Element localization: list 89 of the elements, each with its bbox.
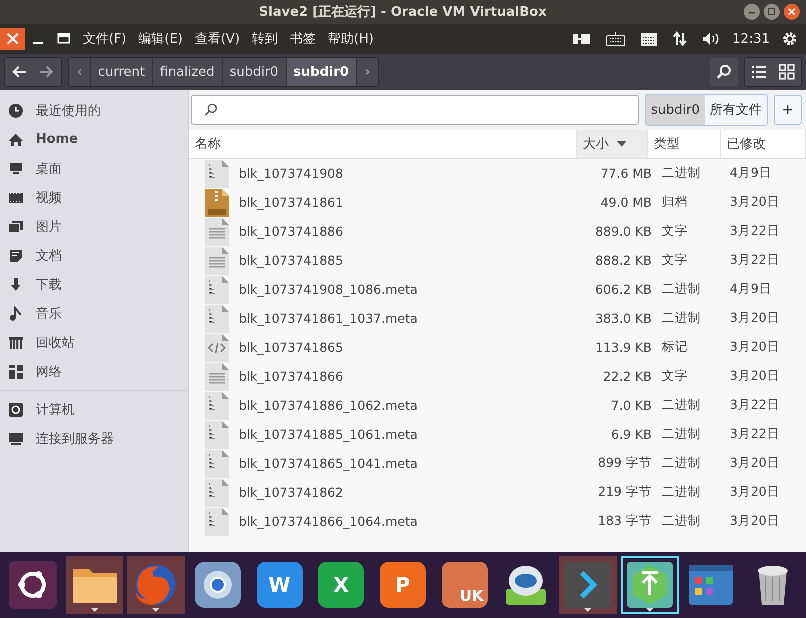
modified-date: 3月22日: [729, 223, 781, 240]
file-type: 二进制: [661, 165, 702, 182]
file-name: blk_1073741886_1062.meta: [239, 398, 418, 413]
file-name: blk_1073741885: [239, 253, 344, 268]
path-segment[interactable]: subdir0: [222, 58, 286, 86]
column-header[interactable]: 已修改: [721, 130, 806, 158]
sidebar-item[interactable]: 回收站: [0, 328, 188, 357]
path-segment[interactable]: subdir0: [286, 58, 356, 86]
file-size: 606.2 KB: [594, 282, 653, 297]
file-size: 49.0 MB: [600, 195, 653, 210]
scroll-right-button[interactable]: ›: [356, 58, 378, 86]
modified-date: 3月20日: [729, 455, 781, 472]
file-size: 888.2 KB: [594, 253, 653, 268]
file-size: 7.0 KB: [610, 398, 653, 413]
path-segment[interactable]: finalized: [152, 58, 222, 86]
column-header[interactable]: 大小: [577, 130, 648, 158]
file-size: 383.0 KB: [594, 311, 653, 326]
menu-item[interactable]: 查看(V): [188, 30, 246, 48]
sidebar-item[interactable]: 视频: [0, 183, 188, 212]
file-type: 文字: [661, 223, 689, 240]
file-size: 6.9 KB: [610, 427, 653, 442]
file-name: blk_1073741885_1061.meta: [239, 427, 418, 442]
modified-date: 3月20日: [729, 310, 781, 327]
modified-date: 3月20日: [729, 484, 781, 501]
file-type: 二进制: [661, 397, 702, 414]
sidebar-item[interactable]: 图片: [0, 212, 188, 241]
app-icon: UK: [442, 562, 488, 608]
file-name: blk_1073741908: [239, 166, 344, 181]
sidebar-item[interactable]: 连接到服务器: [0, 424, 188, 453]
clock[interactable]: 12:31: [732, 32, 770, 46]
sidebar-item[interactable]: Home: [0, 125, 188, 154]
sidebar-item[interactable]: 下载: [0, 270, 188, 299]
file-type: 二进制: [661, 426, 702, 443]
modified-date: 4月9日: [729, 165, 773, 182]
file-type: 文字: [661, 368, 689, 385]
menu-item[interactable]: 转到: [246, 30, 284, 48]
app-icon: W: [256, 562, 303, 608]
file-type: 文字: [661, 252, 689, 269]
file-name: blk_1073741908_1086.meta: [239, 282, 418, 297]
scope-toggle[interactable]: 所有文件: [705, 95, 767, 125]
file-size: 113.9 KB: [594, 340, 653, 355]
file-name: blk_1073741861_1037.meta: [239, 311, 418, 326]
menu-item[interactable]: 文件(F): [77, 30, 133, 48]
file-type: 二进制: [661, 455, 702, 472]
file-type: 二进制: [661, 310, 702, 327]
file-type: 归档: [661, 194, 689, 211]
file-size: 889.0 KB: [594, 224, 653, 239]
menu-item[interactable]: 编辑(E): [132, 30, 189, 48]
file-size: 77.6 MB: [600, 166, 653, 181]
sidebar-item[interactable]: 网络: [0, 357, 188, 386]
file-size: 899 字节: [597, 455, 653, 472]
file-name: blk_1073741861: [239, 195, 344, 210]
path-segment[interactable]: current: [90, 58, 152, 86]
sidebar-item[interactable]: 桌面: [0, 154, 188, 183]
file-name: blk_1073741886: [239, 224, 344, 239]
modified-date: 3月20日: [729, 194, 781, 211]
column-header[interactable]: 类型: [648, 130, 721, 158]
sidebar-item[interactable]: 文档: [0, 241, 188, 270]
sidebar-item[interactable]: 计算机: [0, 395, 188, 424]
modified-date: 3月22日: [729, 252, 781, 269]
file-name: blk_1073741865_1041.meta: [239, 456, 418, 471]
modified-date: 3月20日: [729, 368, 781, 385]
file-type: 标记: [661, 339, 689, 356]
app-icon: X: [318, 562, 364, 608]
file-type: 二进制: [661, 513, 702, 530]
window-title: Slave2 [正在运行] - Oracle VM VirtualBox: [259, 4, 547, 21]
scope-toggle[interactable]: subdir0: [646, 95, 705, 125]
add-button[interactable]: +: [774, 95, 802, 125]
modified-date: 3月22日: [729, 397, 781, 414]
file-size: 183 字节: [597, 513, 653, 530]
menu-item[interactable]: 书签: [284, 30, 322, 48]
app-icon: P: [380, 562, 426, 608]
scroll-left-button[interactable]: ‹: [69, 58, 90, 86]
file-name: blk_1073741866_1064.meta: [239, 514, 418, 529]
modified-date: 3月20日: [729, 339, 781, 356]
file-size: 22.2 KB: [602, 369, 653, 384]
modified-date: 4月9日: [729, 281, 773, 298]
file-name: blk_1073741862: [239, 485, 344, 500]
file-type: 二进制: [661, 281, 702, 298]
menu-item[interactable]: 帮助(H): [322, 30, 380, 48]
modified-date: 3月20日: [729, 513, 781, 530]
file-type: 二进制: [661, 484, 702, 501]
dock-item[interactable]: W: [250, 556, 308, 614]
file-name: blk_1073741866: [239, 369, 344, 384]
sidebar-item[interactable]: 音乐: [0, 299, 188, 328]
modified-date: 3月22日: [729, 426, 781, 443]
file-name: blk_1073741865: [239, 340, 344, 355]
file-size: 219 字节: [597, 484, 653, 501]
sidebar-item[interactable]: 最近使用的: [0, 96, 188, 125]
